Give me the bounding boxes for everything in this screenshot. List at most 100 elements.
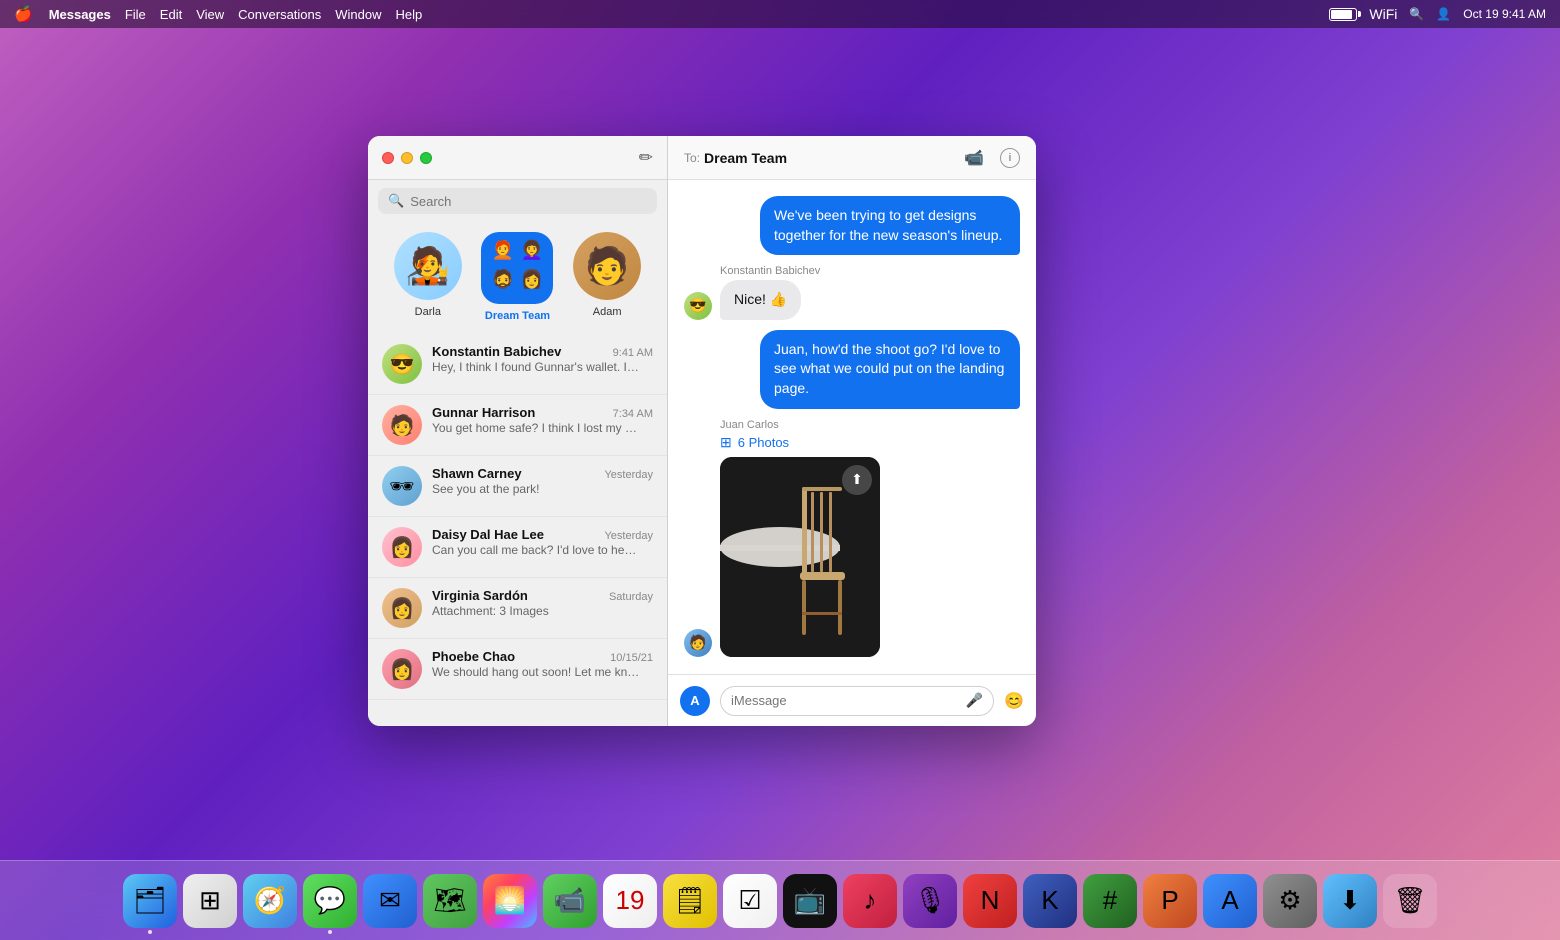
conv-time-virginia: Saturday <box>609 591 653 603</box>
dock-item-launchpad[interactable]: ⊞ <box>183 874 237 928</box>
info-icon[interactable]: i <box>1000 148 1020 168</box>
conv-content-konstantin: Konstantin Babichev 9:41 AM Hey, I think… <box>432 344 653 374</box>
app-name[interactable]: Messages <box>49 7 111 22</box>
dock-item-mail[interactable]: ✉ <box>363 874 417 928</box>
chat-area: To: Dream Team 📹 i We've been trying to … <box>668 136 1036 726</box>
photos-count: 6 Photos <box>738 435 789 450</box>
pinned-contact-adam[interactable]: 🧑 Adam <box>573 232 641 322</box>
conv-preview-shawn: See you at the park! <box>432 482 642 496</box>
chat-title-actions: 📹 i <box>964 148 1020 168</box>
dock-item-trash[interactable]: 🗑 <box>1383 874 1437 928</box>
compose-button[interactable]: ✏ <box>639 148 653 168</box>
dock-item-numbers[interactable]: # <box>1083 874 1137 928</box>
conv-content-phoebe: Phoebe Chao 10/15/21 We should hang out … <box>432 649 653 679</box>
dock-item-podcasts[interactable]: 🎙 <box>903 874 957 928</box>
conversation-item-konstantin[interactable]: 😎 Konstantin Babichev 9:41 AM Hey, I thi… <box>368 334 667 395</box>
bubble-out1: We've been trying to get designs togethe… <box>760 196 1020 255</box>
imessage-input-wrap: 🎤 <box>720 686 994 716</box>
dock-item-facetime[interactable]: 📹 <box>543 874 597 928</box>
share-button[interactable]: ⬆ <box>842 465 872 495</box>
appstore-button[interactable]: A <box>680 686 710 716</box>
search-icon: 🔍 <box>388 193 404 209</box>
conversation-item-phoebe[interactable]: 👩 Phoebe Chao 10/15/21 We should hang ou… <box>368 639 667 700</box>
conv-preview-phoebe: We should hang out soon! Let me know. <box>432 665 642 679</box>
wifi-icon: WiFi <box>1369 6 1397 22</box>
dock-item-notes2[interactable]: 🗒 <box>663 874 717 928</box>
conv-header: Konstantin Babichev 9:41 AM <box>432 344 653 359</box>
dock-item-pages[interactable]: P <box>1143 874 1197 928</box>
imessage-input[interactable] <box>731 693 958 708</box>
conv-header-gunnar: Gunnar Harrison 7:34 AM <box>432 405 653 420</box>
menu-conversations[interactable]: Conversations <box>238 7 321 22</box>
dock-item-safari[interactable]: 🧭 <box>243 874 297 928</box>
dreamteam-grid: 🧑‍🦰 👩‍🦱 🧔 👩 <box>485 236 549 300</box>
avatar-darla: 🧑‍🎤 <box>394 232 462 300</box>
dock-item-music[interactable]: ♪ <box>843 874 897 928</box>
conv-name-virginia: Virginia Sardón <box>432 588 528 603</box>
dock-item-messages[interactable]: 💬 <box>303 874 357 928</box>
menu-file[interactable]: File <box>125 7 146 22</box>
conversation-item-shawn[interactable]: 🕶 Shawn Carney Yesterday See you at the … <box>368 456 667 517</box>
dock-item-photos[interactable]: 🌅 <box>483 874 537 928</box>
conversation-item-daisy[interactable]: 👩 Daisy Dal Hae Lee Yesterday Can you ca… <box>368 517 667 578</box>
video-call-icon[interactable]: 📹 <box>964 148 984 168</box>
conv-preview-virginia: Attachment: 3 Images <box>432 604 642 618</box>
photo-preview[interactable]: ⬆ <box>720 457 880 657</box>
conv-name-daisy: Daisy Dal Hae Lee <box>432 527 544 542</box>
bubble-out2: Juan, how'd the shoot go? I'd love to se… <box>760 330 1020 409</box>
dock-item-appstore[interactable]: A <box>1203 874 1257 928</box>
to-label: To: <box>684 151 700 165</box>
msg-avatar-konstantin: 😎 <box>684 292 712 320</box>
darla-label: Darla <box>415 306 441 318</box>
search-icon[interactable]: 🔍 <box>1409 7 1424 21</box>
avatar-gunnar: 🧑 <box>382 405 422 445</box>
avatar-shawn: 🕶 <box>382 466 422 506</box>
siri-icon[interactable]: 👤 <box>1436 7 1451 21</box>
dock-item-settings[interactable]: ⚙ <box>1263 874 1317 928</box>
conv-name: Konstantin Babichev <box>432 344 561 359</box>
conv-time-gunnar: 7:34 AM <box>613 408 653 420</box>
conv-name-shawn: Shawn Carney <box>432 466 522 481</box>
dock-item-maps[interactable]: 🗺 <box>423 874 477 928</box>
msg-row-out1: We've been trying to get designs togethe… <box>760 196 1020 255</box>
close-button[interactable] <box>382 152 394 164</box>
dt-face-1: 🧑‍🦰 <box>489 240 516 267</box>
sidebar-titlebar: ✏ <box>368 136 667 180</box>
conv-time-shawn: Yesterday <box>604 469 653 481</box>
conversation-item-gunnar[interactable]: 🧑 Gunnar Harrison 7:34 AM You get home s… <box>368 395 667 456</box>
emoji-button[interactable]: 😊 <box>1004 691 1024 711</box>
photos-grid-icon: ⊞ <box>720 434 732 451</box>
menu-window[interactable]: Window <box>335 7 381 22</box>
dock-item-finder[interactable]: 🗂 <box>123 874 177 928</box>
menu-help[interactable]: Help <box>396 7 423 22</box>
minimize-button[interactable] <box>401 152 413 164</box>
dock-item-appletv[interactable]: 📺 <box>783 874 837 928</box>
darla-emoji: 🧑‍🎤 <box>394 232 462 300</box>
dock-item-news[interactable]: N <box>963 874 1017 928</box>
conversation-item-virginia[interactable]: 👩 Virginia Sardón Saturday Attachment: 3… <box>368 578 667 639</box>
menu-view[interactable]: View <box>196 7 224 22</box>
bubble-in1: Nice! 👍 <box>720 280 801 320</box>
pinned-contact-dreamteam[interactable]: 🧑‍🦰 👩‍🦱 🧔 👩 Dream Team <box>481 232 553 322</box>
conv-preview-gunnar: You get home safe? I think I lost my wal… <box>432 421 642 435</box>
desktop: ✏ 🔍 🧑‍🎤 Darla <box>0 28 1560 860</box>
dock-item-reminders[interactable]: ☑ <box>723 874 777 928</box>
traffic-lights <box>382 152 432 164</box>
menu-edit[interactable]: Edit <box>160 7 182 22</box>
battery-indicator <box>1329 8 1357 21</box>
adam-emoji: 🧑 <box>573 232 641 300</box>
dock-item-downloads[interactable]: ⬇ <box>1323 874 1377 928</box>
avatar-virginia: 👩 <box>382 588 422 628</box>
menubar: 🍎 Messages File Edit View Conversations … <box>0 0 1560 28</box>
dreamteam-label: Dream Team <box>485 310 550 322</box>
photo-message: ⊞ 6 Photos <box>720 434 880 657</box>
avatar-konstantin: 😎 <box>382 344 422 384</box>
pinned-contact-darla[interactable]: 🧑‍🎤 Darla <box>394 232 462 322</box>
conv-time: 9:41 AM <box>613 347 653 359</box>
dock-item-calendar[interactable]: 19 <box>603 874 657 928</box>
maximize-button[interactable] <box>420 152 432 164</box>
dock-item-keynote[interactable]: K <box>1023 874 1077 928</box>
audio-icon[interactable]: 🎤 <box>966 692 983 709</box>
apple-menu[interactable]: 🍎 <box>14 5 33 23</box>
search-input[interactable] <box>410 194 647 209</box>
